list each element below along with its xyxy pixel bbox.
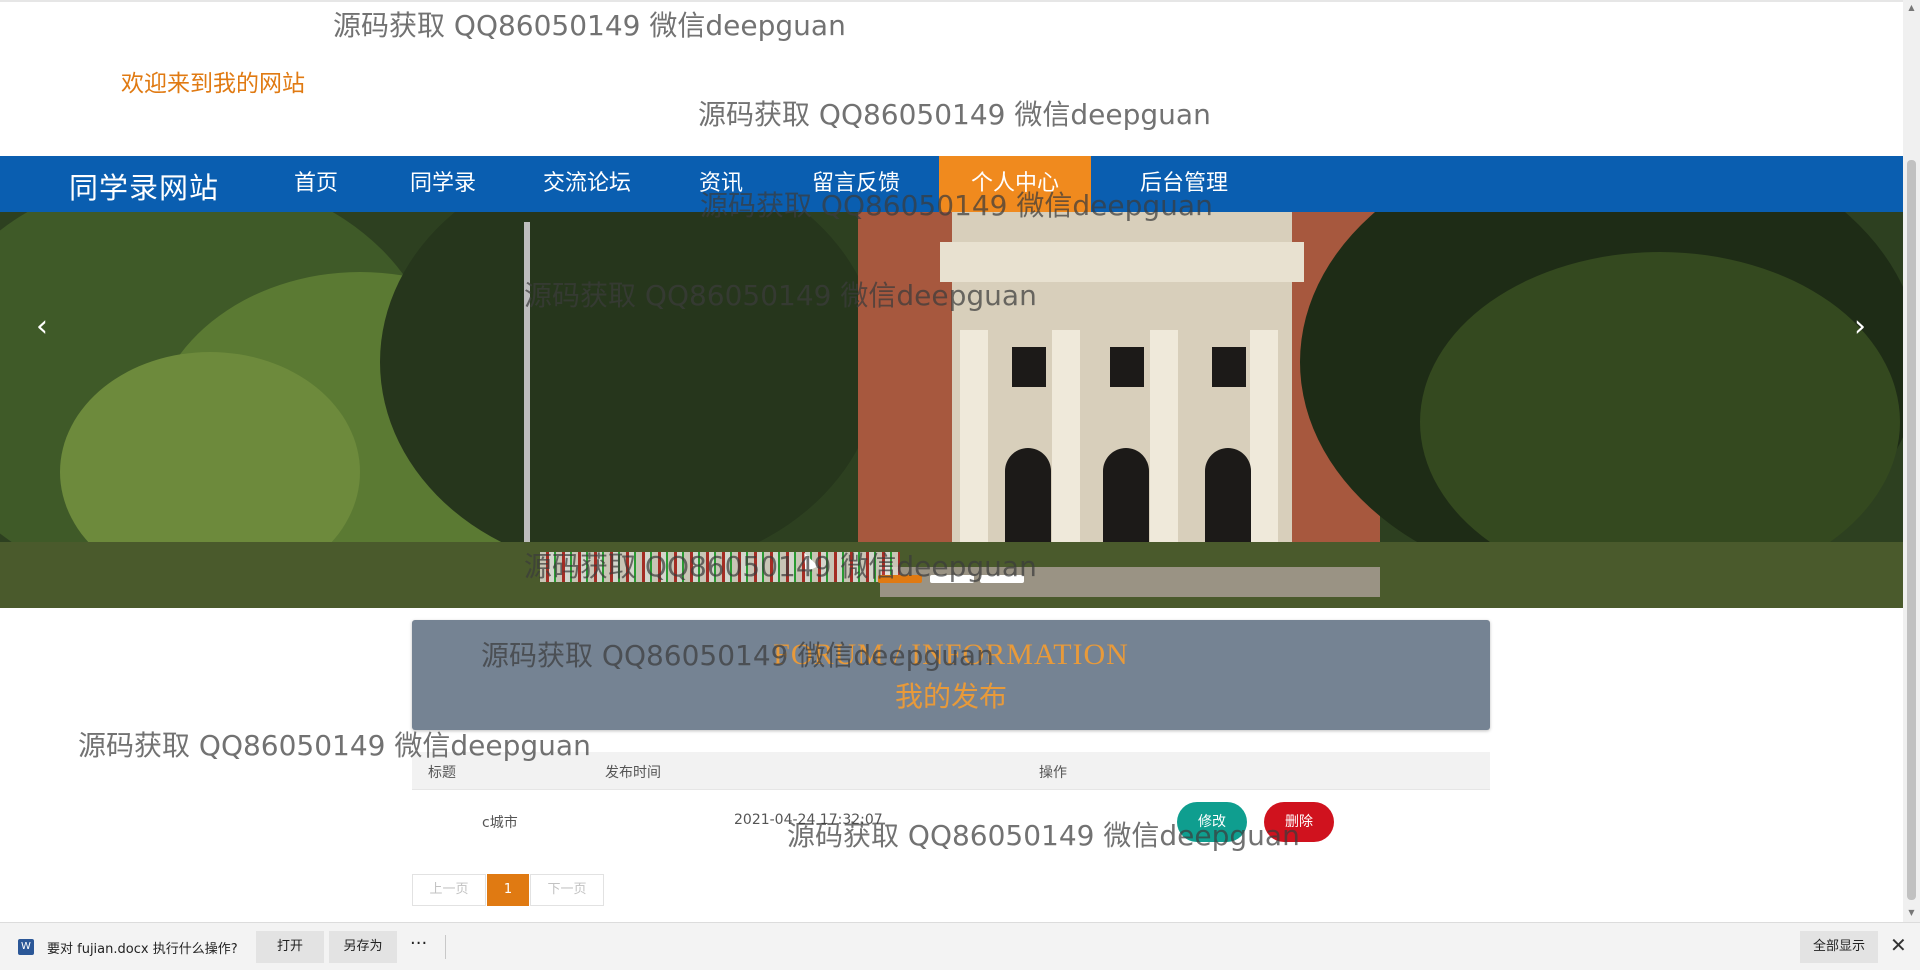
main-navbar: 同学录网站 首页 同学录 交流论坛 资讯 留言反馈 个人中心 后台管理 bbox=[0, 156, 1903, 212]
carousel-indicator-3[interactable] bbox=[980, 575, 1024, 583]
section-title-en: FORUM / INFORMATION bbox=[773, 638, 1129, 671]
scroll-up-arrow-icon[interactable]: ▲ bbox=[1907, 3, 1916, 13]
carousel-indicator-2[interactable] bbox=[930, 575, 974, 583]
nav-item-classmates[interactable]: 同学录 bbox=[378, 156, 508, 212]
nav-item-home[interactable]: 首页 bbox=[262, 156, 370, 212]
more-options-icon[interactable]: ··· bbox=[410, 933, 427, 954]
save-as-button[interactable]: 另存为 bbox=[329, 931, 397, 963]
column-header-title: 标题 bbox=[428, 765, 456, 781]
table-row: c城市 2021-04-24 17:32:07 修改 删除 bbox=[412, 790, 1490, 850]
row-title[interactable]: c城市 bbox=[482, 812, 518, 832]
page-scrollbar[interactable]: ▲ ▼ bbox=[1903, 0, 1920, 922]
site-brand[interactable]: 同学录网站 bbox=[69, 165, 219, 207]
chevron-right-icon: › bbox=[1854, 309, 1866, 344]
next-page-button[interactable]: 下一页 bbox=[530, 874, 604, 906]
row-time: 2021-04-24 17:32:07 bbox=[734, 812, 883, 828]
edit-button[interactable]: 修改 bbox=[1177, 802, 1247, 842]
nav-item-feedback[interactable]: 留言反馈 bbox=[780, 156, 932, 212]
chevron-left-icon: ‹ bbox=[36, 309, 48, 344]
welcome-text: 欢迎来到我的网站 bbox=[121, 71, 305, 97]
image-carousel[interactable]: ‹ › bbox=[0, 212, 1903, 608]
page-1-button[interactable]: 1 bbox=[487, 874, 529, 906]
carousel-indicator-1[interactable] bbox=[878, 575, 922, 583]
close-icon[interactable]: ✕ bbox=[1890, 933, 1907, 957]
carousel-next-button[interactable]: › bbox=[1840, 307, 1880, 347]
nav-item-personal-center[interactable]: 个人中心 bbox=[939, 156, 1092, 212]
nav-item-admin[interactable]: 后台管理 bbox=[1108, 156, 1260, 212]
column-header-actions: 操作 bbox=[1039, 765, 1067, 781]
scroll-thumb[interactable] bbox=[1907, 160, 1916, 900]
nav-item-forum[interactable]: 交流论坛 bbox=[511, 156, 663, 212]
show-all-button[interactable]: 全部显示 bbox=[1800, 931, 1878, 963]
divider bbox=[445, 935, 446, 959]
delete-button[interactable]: 删除 bbox=[1264, 802, 1334, 842]
download-notification-bar: W 要对 fujian.docx 执行什么操作? 打开 另存为 ··· 全部显示… bbox=[0, 922, 1920, 970]
download-prompt: 要对 fujian.docx 执行什么操作? bbox=[47, 942, 238, 957]
word-file-icon: W bbox=[18, 939, 34, 955]
prev-page-button[interactable]: 上一页 bbox=[412, 874, 486, 906]
column-header-time: 发布时间 bbox=[605, 765, 661, 781]
table-header: 标题 发布时间 操作 bbox=[412, 752, 1490, 790]
scroll-down-arrow-icon[interactable]: ▼ bbox=[1907, 908, 1916, 918]
section-banner: FORUM / INFORMATION 我的发布 bbox=[412, 620, 1490, 730]
section-title-cn: 我的发布 bbox=[894, 682, 1007, 713]
campus-building-photo bbox=[0, 212, 1903, 608]
nav-item-news[interactable]: 资讯 bbox=[667, 156, 775, 212]
top-header: 欢迎来到我的网站 bbox=[0, 0, 1903, 156]
carousel-prev-button[interactable]: ‹ bbox=[22, 307, 62, 347]
open-file-button[interactable]: 打开 bbox=[256, 931, 324, 963]
